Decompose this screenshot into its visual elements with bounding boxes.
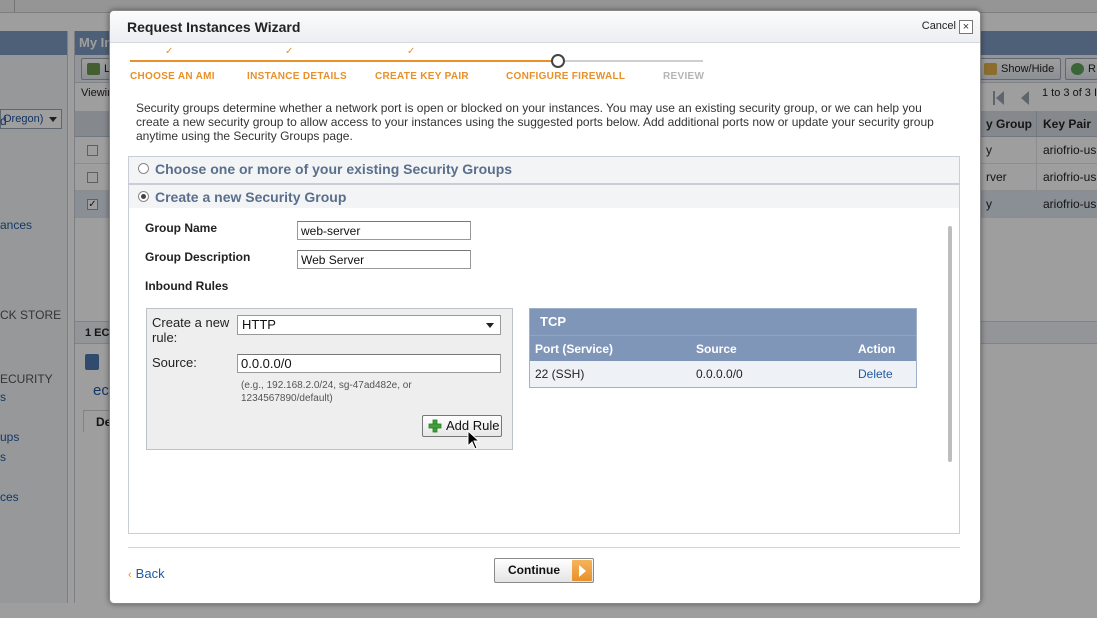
rule-type-select[interactable]: HTTP <box>237 315 501 335</box>
column-header-port: Port (Service) <box>535 342 614 356</box>
source-hint: (e.g., 192.168.2.0/24, sg-47ad482e, or 1… <box>241 380 412 404</box>
step-create-key-pair: CREATE KEY PAIR <box>375 71 469 82</box>
cancel-link[interactable]: Cancel <box>922 20 956 32</box>
rule-source: 0.0.0.0/0 <box>696 367 743 381</box>
back-link[interactable]: ‹ Back <box>128 566 165 581</box>
rule-editor: Create a new rule: HTTP Source: (e.g., 1… <box>146 308 513 450</box>
plus-icon <box>428 419 442 433</box>
step-check-icon: ✓ <box>285 46 294 57</box>
existing-groups-label: Choose one or more of your existing Secu… <box>155 161 513 177</box>
group-description-label: Group Description <box>145 250 251 264</box>
new-group-form: Group Name Group Description Inbound Rul… <box>128 208 960 534</box>
continue-button[interactable]: Continue <box>494 558 594 583</box>
close-icon[interactable]: × <box>959 20 973 34</box>
current-step-icon <box>551 54 565 68</box>
new-group-label: Create a new Security Group <box>155 189 347 205</box>
request-instances-wizard-dialog: Request Instances Wizard Cancel × ✓ ✓ ✓ … <box>109 10 981 604</box>
column-header-source: Source <box>696 342 737 356</box>
existing-groups-header[interactable]: Choose one or more of your existing Secu… <box>129 157 959 183</box>
step-configure-firewall: CONFIGURE FIREWALL <box>506 71 626 82</box>
group-description-input[interactable] <box>297 250 471 269</box>
source-input[interactable] <box>237 354 501 373</box>
add-rule-button[interactable]: Add Rule <box>422 415 502 437</box>
wizard-steps: ✓ ✓ ✓ CHOOSE AN AMI INSTANCE DETAILS CRE… <box>110 43 980 93</box>
continue-label: Continue <box>508 563 560 577</box>
create-rule-label: Create a new rule: <box>152 315 230 345</box>
inbound-rules-label: Inbound Rules <box>145 279 229 293</box>
rules-table: TCP Port (Service) Source Action 22 (SSH… <box>529 308 917 388</box>
dialog-title: Request Instances Wizard <box>127 19 301 35</box>
new-group-radio[interactable] <box>138 191 149 202</box>
rules-table-protocol: TCP <box>530 309 916 335</box>
delete-rule-link[interactable]: Delete <box>858 361 893 387</box>
step-review: REVIEW <box>663 71 705 82</box>
rule-type-value: HTTP <box>242 317 276 332</box>
mouse-cursor-icon <box>467 430 481 450</box>
group-name-input[interactable] <box>297 221 471 240</box>
step-progress-line-todo <box>558 60 703 62</box>
back-arrow-icon: ‹ <box>128 569 132 581</box>
chevron-down-icon <box>486 323 494 328</box>
step-progress-line-done <box>130 60 558 62</box>
source-label: Source: <box>152 355 197 370</box>
step-check-icon: ✓ <box>407 46 416 57</box>
column-header-action: Action <box>858 342 896 356</box>
group-name-label: Group Name <box>145 221 218 235</box>
table-row: 22 (SSH) 0.0.0.0/0 Delete <box>530 361 916 387</box>
intro-text: Security groups determine whether a netw… <box>136 101 934 143</box>
dialog-title-bar: Request Instances Wizard Cancel × <box>110 11 980 43</box>
existing-groups-section[interactable]: Choose one or more of your existing Secu… <box>128 156 960 184</box>
form-scrollbar[interactable] <box>948 226 952 462</box>
rule-port: 22 (SSH) <box>535 367 585 381</box>
step-instance-details: INSTANCE DETAILS <box>247 71 347 82</box>
play-arrow-icon <box>572 560 592 581</box>
existing-groups-radio[interactable] <box>138 163 149 174</box>
back-label: Back <box>135 566 165 581</box>
step-choose-ami: CHOOSE AN AMI <box>130 71 215 82</box>
footer-divider <box>128 547 960 548</box>
step-check-icon: ✓ <box>165 46 174 57</box>
rules-table-header: Port (Service) Source Action <box>530 335 916 361</box>
